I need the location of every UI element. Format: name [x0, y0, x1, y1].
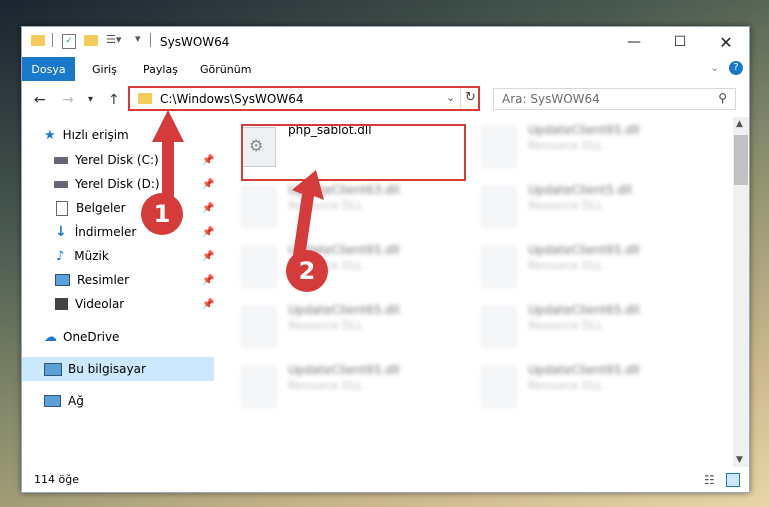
annotation-layer	[152, 110, 324, 264]
callout-two: 2	[286, 250, 328, 292]
callout-one: 1	[141, 193, 183, 235]
arrow-one-icon	[152, 110, 184, 198]
